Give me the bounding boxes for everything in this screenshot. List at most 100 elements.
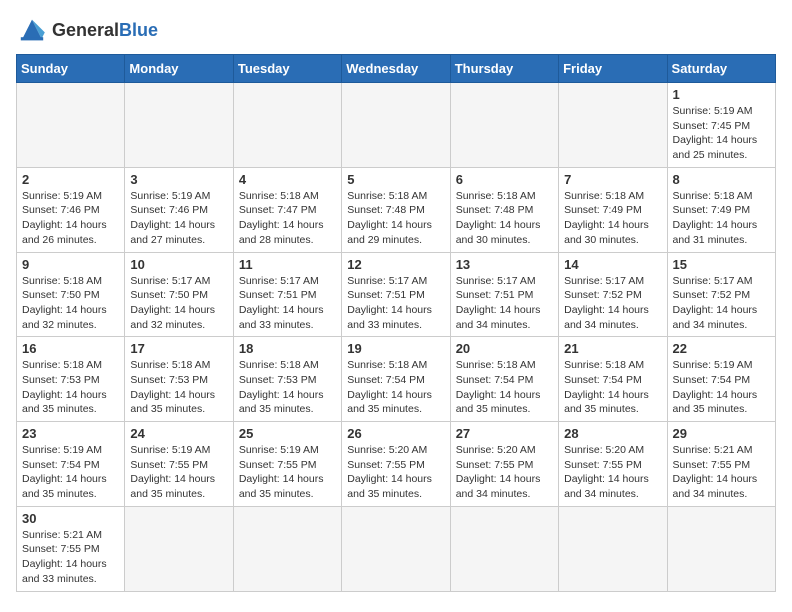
day-header-sunday: Sunday — [17, 55, 125, 83]
day-info: Sunrise: 5:18 AM Sunset: 7:49 PM Dayligh… — [673, 189, 770, 248]
calendar-cell: 14Sunrise: 5:17 AM Sunset: 7:52 PM Dayli… — [559, 252, 667, 337]
calendar-cell: 25 Sunrise: 5:19 AM Sunset: 7:55 PM Dayli… — [233, 422, 341, 507]
calendar-week-5: 23Sunrise: 5:19 AM Sunset: 7:54 PM Dayli… — [17, 422, 776, 507]
day-number: 8 — [673, 172, 770, 187]
day-info: Sunrise: 5:21 AM Sunset: 7:55 PM Dayligh… — [673, 443, 770, 502]
calendar-cell — [450, 506, 558, 591]
calendar-cell — [233, 83, 341, 168]
logo: GeneralBlue — [16, 16, 158, 44]
day-number: 18 — [239, 341, 336, 356]
calendar-cell: 8 Sunrise: 5:18 AM Sunset: 7:49 PM Daylig… — [667, 167, 775, 252]
day-number: 22 — [673, 341, 770, 356]
day-header-tuesday: Tuesday — [233, 55, 341, 83]
day-number: 30 — [22, 511, 119, 526]
calendar-cell — [559, 506, 667, 591]
calendar-cell: 3 Sunrise: 5:19 AM Sunset: 7:46 PM Daylig… — [125, 167, 233, 252]
day-number: 4 — [239, 172, 336, 187]
logo-icon — [16, 16, 48, 44]
day-info: Sunrise: 5:17 AM Sunset: 7:51 PM Dayligh… — [239, 274, 336, 333]
calendar-cell — [125, 83, 233, 168]
day-number: 5 — [347, 172, 444, 187]
day-number: 2 — [22, 172, 119, 187]
calendar-cell: 24 Sunrise: 5:19 AM Sunset: 7:55 PM Dayli… — [125, 422, 233, 507]
day-info: Sunrise: 5:20 AM Sunset: 7:55 PM Dayligh… — [564, 443, 661, 502]
day-info: Sunrise: 5:20 AM Sunset: 7:55 PM Dayligh… — [347, 443, 444, 502]
calendar-cell: 20Sunrise: 5:18 AM Sunset: 7:54 PM Dayli… — [450, 337, 558, 422]
calendar-week-4: 16 Sunrise: 5:18 AM Sunset: 7:53 PM Dayli… — [17, 337, 776, 422]
day-header-monday: Monday — [125, 55, 233, 83]
calendar-body: 1Sunrise: 5:19 AM Sunset: 7:45 PM Daylig… — [17, 83, 776, 592]
day-header-wednesday: Wednesday — [342, 55, 450, 83]
day-info: Sunrise: 5:18 AM Sunset: 7:54 PM Dayligh… — [564, 358, 661, 417]
calendar-cell: 12 Sunrise: 5:17 AM Sunset: 7:51 PM Dayli… — [342, 252, 450, 337]
calendar-cell — [559, 83, 667, 168]
calendar-cell: 7 Sunrise: 5:18 AM Sunset: 7:49 PM Daylig… — [559, 167, 667, 252]
calendar-cell: 21 Sunrise: 5:18 AM Sunset: 7:54 PM Dayli… — [559, 337, 667, 422]
day-number: 21 — [564, 341, 661, 356]
day-info: Sunrise: 5:17 AM Sunset: 7:52 PM Dayligh… — [564, 274, 661, 333]
day-info: Sunrise: 5:18 AM Sunset: 7:54 PM Dayligh… — [456, 358, 553, 417]
calendar-cell: 26 Sunrise: 5:20 AM Sunset: 7:55 PM Dayli… — [342, 422, 450, 507]
day-number: 16 — [22, 341, 119, 356]
calendar-cell: 30 Sunrise: 5:21 AM Sunset: 7:55 PM Dayli… — [17, 506, 125, 591]
day-number: 24 — [130, 426, 227, 441]
day-info: Sunrise: 5:19 AM Sunset: 7:54 PM Dayligh… — [673, 358, 770, 417]
day-number: 19 — [347, 341, 444, 356]
calendar-cell: 5Sunrise: 5:18 AM Sunset: 7:48 PM Daylig… — [342, 167, 450, 252]
calendar-cell — [342, 83, 450, 168]
calendar-cell: 1Sunrise: 5:19 AM Sunset: 7:45 PM Daylig… — [667, 83, 775, 168]
calendar-cell: 2 Sunrise: 5:19 AM Sunset: 7:46 PM Daylig… — [17, 167, 125, 252]
day-info: Sunrise: 5:19 AM Sunset: 7:55 PM Dayligh… — [130, 443, 227, 502]
calendar-cell — [17, 83, 125, 168]
day-number: 23 — [22, 426, 119, 441]
day-number: 25 — [239, 426, 336, 441]
day-info: Sunrise: 5:17 AM Sunset: 7:50 PM Dayligh… — [130, 274, 227, 333]
day-info: Sunrise: 5:18 AM Sunset: 7:49 PM Dayligh… — [564, 189, 661, 248]
calendar-cell — [342, 506, 450, 591]
day-number: 13 — [456, 257, 553, 272]
calendar-cell: 19 Sunrise: 5:18 AM Sunset: 7:54 PM Dayli… — [342, 337, 450, 422]
day-info: Sunrise: 5:17 AM Sunset: 7:51 PM Dayligh… — [347, 274, 444, 333]
day-info: Sunrise: 5:18 AM Sunset: 7:53 PM Dayligh… — [239, 358, 336, 417]
calendar-cell: 13 Sunrise: 5:17 AM Sunset: 7:51 PM Dayli… — [450, 252, 558, 337]
calendar-cell: 27Sunrise: 5:20 AM Sunset: 7:55 PM Dayli… — [450, 422, 558, 507]
day-info: Sunrise: 5:17 AM Sunset: 7:51 PM Dayligh… — [456, 274, 553, 333]
calendar-cell — [450, 83, 558, 168]
calendar-cell — [233, 506, 341, 591]
day-info: Sunrise: 5:19 AM Sunset: 7:55 PM Dayligh… — [239, 443, 336, 502]
calendar-cell: 22 Sunrise: 5:19 AM Sunset: 7:54 PM Dayli… — [667, 337, 775, 422]
day-number: 6 — [456, 172, 553, 187]
calendar-cell — [125, 506, 233, 591]
day-header-thursday: Thursday — [450, 55, 558, 83]
day-info: Sunrise: 5:19 AM Sunset: 7:46 PM Dayligh… — [22, 189, 119, 248]
day-info: Sunrise: 5:18 AM Sunset: 7:47 PM Dayligh… — [239, 189, 336, 248]
day-number: 9 — [22, 257, 119, 272]
logo-text: GeneralBlue — [52, 20, 158, 41]
calendar-header: SundayMondayTuesdayWednesdayThursdayFrid… — [17, 55, 776, 83]
calendar-week-1: 1Sunrise: 5:19 AM Sunset: 7:45 PM Daylig… — [17, 83, 776, 168]
calendar-cell — [667, 506, 775, 591]
calendar-week-2: 2 Sunrise: 5:19 AM Sunset: 7:46 PM Daylig… — [17, 167, 776, 252]
calendar-cell: 15Sunrise: 5:17 AM Sunset: 7:52 PM Dayli… — [667, 252, 775, 337]
day-info: Sunrise: 5:18 AM Sunset: 7:54 PM Dayligh… — [347, 358, 444, 417]
day-number: 7 — [564, 172, 661, 187]
calendar-table: SundayMondayTuesdayWednesdayThursdayFrid… — [16, 54, 776, 592]
calendar-cell: 11Sunrise: 5:17 AM Sunset: 7:51 PM Dayli… — [233, 252, 341, 337]
calendar-cell: 18 Sunrise: 5:18 AM Sunset: 7:53 PM Dayli… — [233, 337, 341, 422]
day-number: 28 — [564, 426, 661, 441]
calendar-cell: 17 Sunrise: 5:18 AM Sunset: 7:53 PM Dayli… — [125, 337, 233, 422]
day-number: 26 — [347, 426, 444, 441]
day-number: 3 — [130, 172, 227, 187]
day-info: Sunrise: 5:18 AM Sunset: 7:53 PM Dayligh… — [130, 358, 227, 417]
day-info: Sunrise: 5:21 AM Sunset: 7:55 PM Dayligh… — [22, 528, 119, 587]
day-number: 17 — [130, 341, 227, 356]
day-header-friday: Friday — [559, 55, 667, 83]
day-info: Sunrise: 5:19 AM Sunset: 7:45 PM Dayligh… — [673, 104, 770, 163]
day-number: 12 — [347, 257, 444, 272]
day-number: 27 — [456, 426, 553, 441]
day-info: Sunrise: 5:18 AM Sunset: 7:48 PM Dayligh… — [456, 189, 553, 248]
day-info: Sunrise: 5:19 AM Sunset: 7:46 PM Dayligh… — [130, 189, 227, 248]
calendar-cell: 6 Sunrise: 5:18 AM Sunset: 7:48 PM Daylig… — [450, 167, 558, 252]
calendar-cell: 29Sunrise: 5:21 AM Sunset: 7:55 PM Dayli… — [667, 422, 775, 507]
day-number: 15 — [673, 257, 770, 272]
